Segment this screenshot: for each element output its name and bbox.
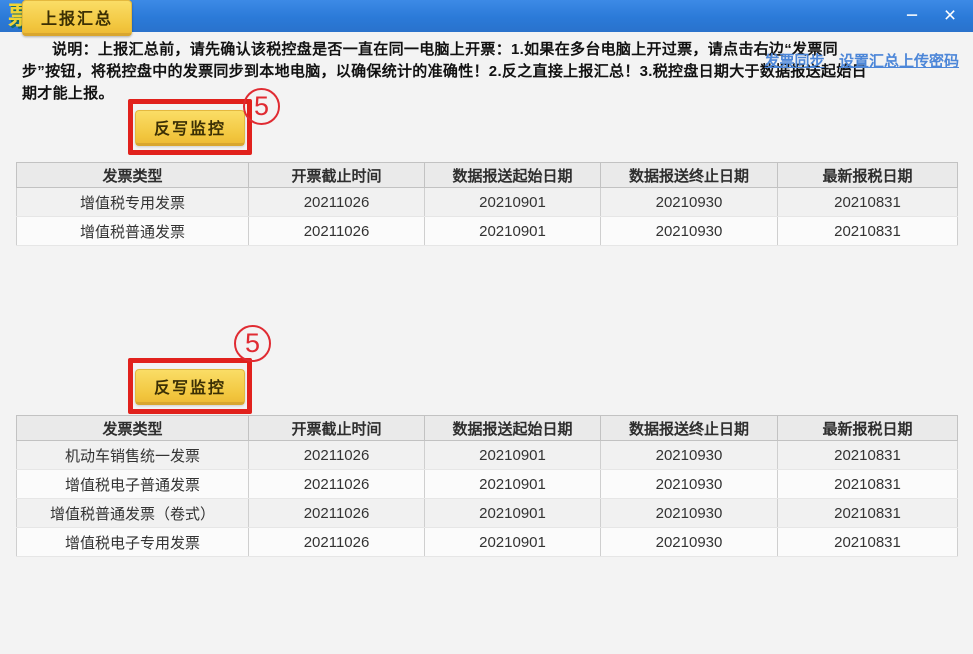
table-cell: 20210831	[777, 216, 958, 246]
invoice-table-1: 发票类型 开票截止时间 数据报送起始日期 数据报送终止日期 最新报税日期 增值税专用发票 2…	[16, 162, 958, 246]
table-cell: 增值税普通发票	[16, 216, 249, 246]
table-cell: 20210930	[600, 527, 778, 557]
column-header: 数据报送终止日期	[600, 162, 778, 188]
table-cell: 20210901	[424, 527, 601, 557]
titlebar: 票 汇总上传 − ×	[0, 0, 973, 32]
table-cell: 20211026	[248, 216, 425, 246]
table-row: 增值税专用发票 20211026 20210901 20210930 20210831	[16, 187, 958, 217]
table-cell: 20211026	[248, 527, 425, 557]
table-cell: 20210831	[777, 498, 958, 528]
table-cell: 20210831	[777, 527, 958, 557]
table-cell: 20211026	[248, 187, 425, 217]
table-cell: 20210901	[424, 469, 601, 499]
table-cell: 20210901	[424, 216, 601, 246]
table-cell: 20211026	[248, 498, 425, 528]
table-cell: 20210901	[424, 440, 601, 470]
close-icon[interactable]: ×	[937, 1, 963, 31]
column-header: 发票类型	[16, 162, 249, 188]
table-cell: 20210831	[777, 440, 958, 470]
table-cell: 20210930	[600, 440, 778, 470]
table-cell: 20210831	[777, 187, 958, 217]
column-header: 数据报送起始日期	[424, 162, 601, 188]
table-cell: 20210831	[777, 469, 958, 499]
table-cell: 20210930	[600, 498, 778, 528]
table-row: 机动车销售统一发票 20211026 20210901 20210930 2021083…	[16, 440, 958, 470]
table-cell: 20211026	[248, 440, 425, 470]
window-controls: − ×	[899, 0, 963, 32]
writeback-monitor-button[interactable]: 反写监控	[135, 110, 246, 146]
column-header: 最新报税日期	[777, 415, 958, 441]
tutorial-highlight-box: 反写监控	[128, 358, 253, 414]
table-row: 增值税电子普通发票 20211026 20210901 20210930 2021083…	[16, 469, 958, 499]
minimize-icon[interactable]: −	[899, 1, 925, 31]
table-row: 增值税普通发票（卷式） 20211026 20210901 20210930 20210…	[16, 498, 958, 528]
annotation-step-badge: 5	[243, 88, 280, 125]
annotation-step-badge: 5	[234, 325, 271, 362]
table-cell: 机动车销售统一发票	[16, 440, 249, 470]
link-invoice-sync[interactable]: 发票同步	[765, 53, 825, 70]
table-cell: 20210930	[600, 216, 778, 246]
column-header: 数据报送起始日期	[424, 415, 601, 441]
column-header: 发票类型	[16, 415, 249, 441]
table-header-row: 发票类型 开票截止时间 数据报送起始日期 数据报送终止日期 最新报税日期	[16, 162, 958, 188]
column-header: 开票截止时间	[248, 162, 425, 188]
table-cell: 20211026	[248, 469, 425, 499]
instruction-text: 说明：上报汇总前，请先确认该税控盘是否一直在同一电脑上开票：1.如果在多台电脑上…	[22, 41, 867, 102]
table-cell: 20210901	[424, 498, 601, 528]
writeback-monitor-button[interactable]: 反写监控	[135, 369, 246, 405]
table-cell: 增值税电子专用发票	[16, 527, 249, 557]
table-cell: 增值税电子普通发票	[16, 469, 249, 499]
table-row: 增值税电子专用发票 20211026 20210901 20210930 2021083…	[16, 527, 958, 557]
table-cell: 20210901	[424, 187, 601, 217]
column-header: 数据报送终止日期	[600, 415, 778, 441]
table-row: 增值税普通发票 20211026 20210901 20210930 20210831	[16, 216, 958, 246]
table-cell: 20210930	[600, 187, 778, 217]
report-summary-button[interactable]: 上报汇总	[22, 0, 133, 36]
table-header-row: 发票类型 开票截止时间 数据报送起始日期 数据报送终止日期 最新报税日期	[16, 415, 958, 441]
column-header: 开票截止时间	[248, 415, 425, 441]
tutorial-highlight-box: 反写监控	[128, 99, 253, 155]
table-cell: 增值税普通发票（卷式）	[16, 498, 249, 528]
invoice-table-2: 发票类型 开票截止时间 数据报送起始日期 数据报送终止日期 最新报税日期 机动车销售统一发…	[16, 415, 958, 557]
table-cell: 增值税专用发票	[16, 187, 249, 217]
column-header: 最新报税日期	[777, 162, 958, 188]
action-links: 发票同步 设置汇总上传密码	[755, 50, 959, 71]
table-cell: 20210930	[600, 469, 778, 499]
link-set-upload-password[interactable]: 设置汇总上传密码	[839, 53, 959, 70]
